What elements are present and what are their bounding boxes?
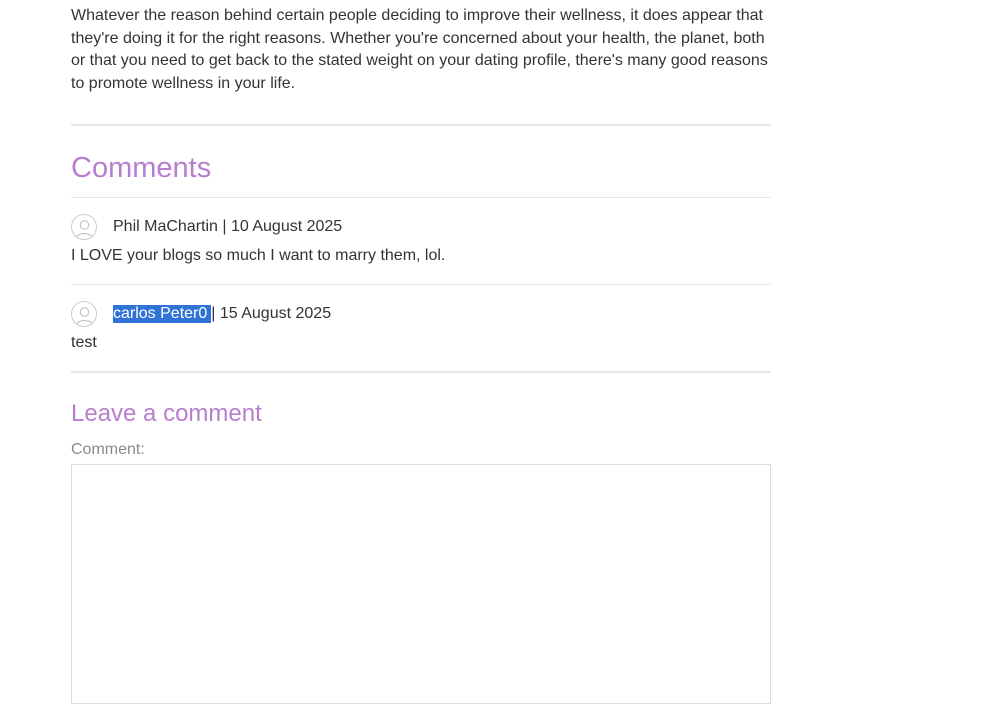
- comment-item: carlos Peter0 | 15 August 2025 test: [71, 285, 771, 353]
- comments-section: Comments Phil MaChartin | 10 August 2025…: [71, 154, 771, 353]
- leave-comment-section: Leave a comment Comment:: [71, 402, 771, 704]
- article-closing-paragraph: Whatever the reason behind certain peopl…: [71, 7, 768, 92]
- user-avatar-icon: [71, 301, 97, 327]
- section-divider: [71, 371, 771, 373]
- comment-text: test: [71, 334, 97, 351]
- comment-header: Phil MaChartin | 10 August 2025: [71, 213, 771, 241]
- comment-item: Phil MaChartin | 10 August 2025 I LOVE y…: [71, 198, 771, 266]
- leave-comment-heading: Leave a comment: [71, 400, 262, 427]
- comment-text: I LOVE your blogs so much I want to marr…: [71, 247, 446, 264]
- comment-meta-separator: |: [217, 218, 231, 235]
- comments-heading: Comments: [71, 152, 212, 184]
- comment-header: carlos Peter0 | 15 August 2025: [71, 300, 771, 328]
- comment-author: Phil MaChartin: [113, 218, 218, 235]
- comment-field-label: Comment:: [71, 441, 145, 458]
- comment-meta-separator: |: [211, 305, 220, 322]
- section-divider: [71, 124, 771, 126]
- comment-textarea[interactable]: [71, 464, 771, 704]
- comment-date: 10 August 2025: [230, 218, 343, 235]
- comment-author: carlos Peter0: [113, 305, 212, 323]
- user-avatar-icon: [71, 214, 97, 240]
- blog-post-footer: Whatever the reason behind certain peopl…: [71, 0, 771, 704]
- comment-date: 15 August 2025: [219, 305, 332, 322]
